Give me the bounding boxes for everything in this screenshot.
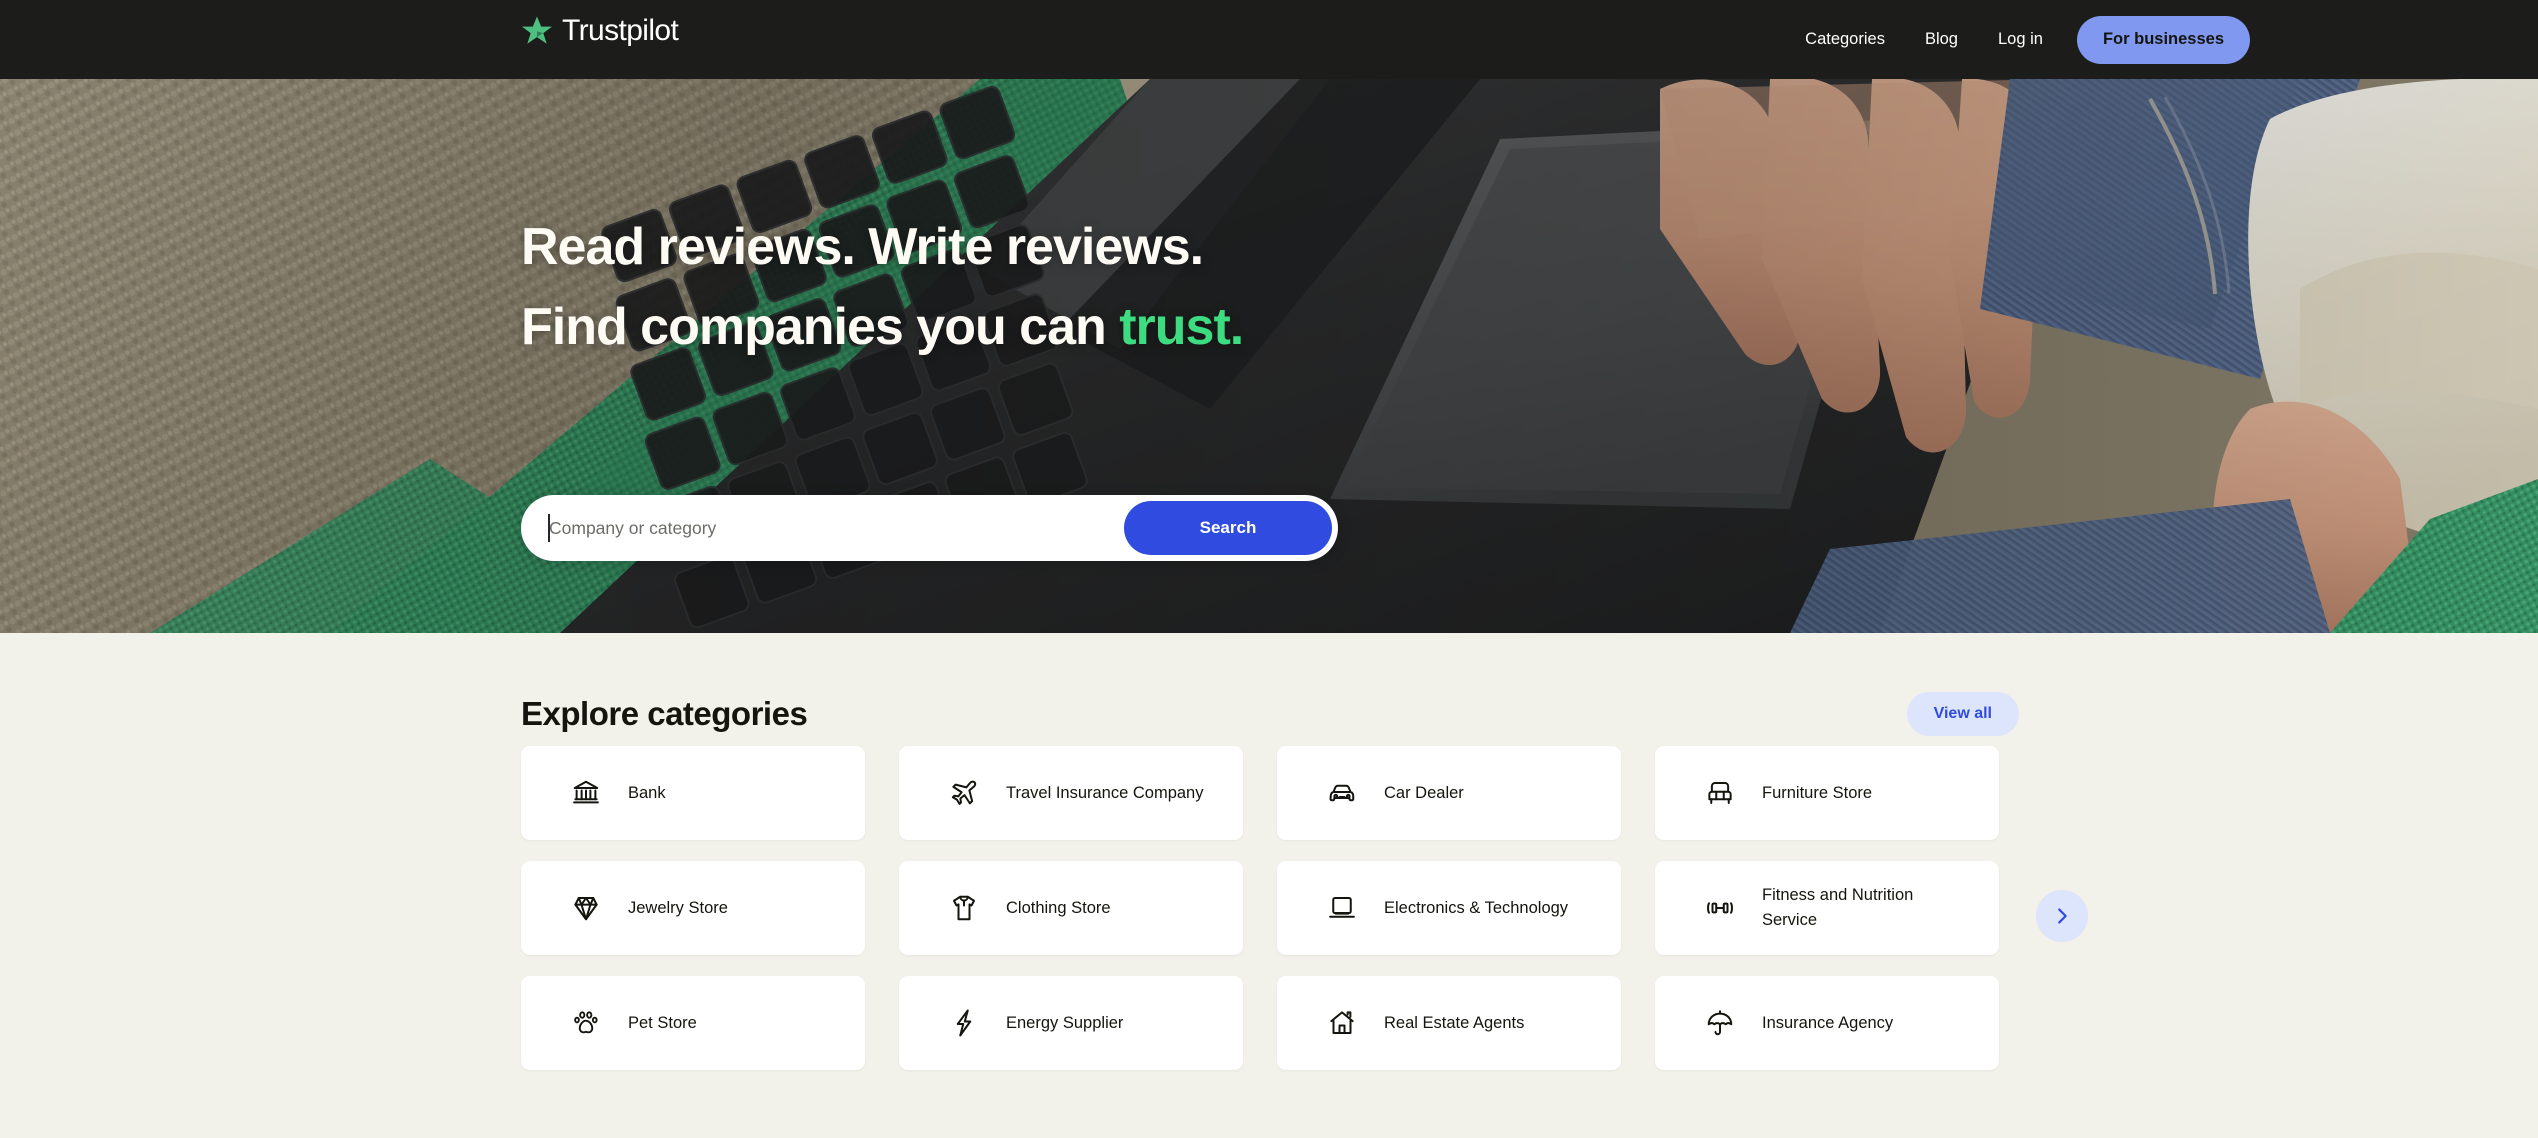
airplane-icon <box>949 778 979 808</box>
brand-name: Trustpilot <box>562 14 679 47</box>
category-label: Energy Supplier <box>1006 1013 1124 1032</box>
site-header: Trustpilot Categories Blog Log in For bu… <box>0 0 2538 79</box>
tshirt-icon <box>949 893 979 923</box>
hero-section: Read reviews. Write reviews. Find compan… <box>0 79 2538 633</box>
dumbbell-icon <box>1705 893 1735 923</box>
hero-search-bar[interactable]: Search <box>521 495 1338 561</box>
search-input[interactable] <box>521 495 1124 561</box>
view-all-button[interactable]: View all <box>1906 692 2019 736</box>
trustpilot-star-icon <box>521 15 553 47</box>
diamond-icon <box>571 893 601 923</box>
lightning-bolt-icon <box>949 1008 979 1038</box>
search-button[interactable]: Search <box>1124 501 1332 555</box>
main-nav: Categories Blog Log in For businesses <box>1785 0 2250 79</box>
laptop-icon <box>1327 893 1357 923</box>
bank-icon <box>571 778 601 808</box>
hero-headline-line2: Find companies you can <box>521 298 1120 356</box>
category-card-energy-supplier[interactable]: Energy Supplier <box>899 976 1243 1070</box>
hero-headline-line1: Read reviews. Write reviews. <box>521 218 1204 276</box>
category-card-clothing-store[interactable]: Clothing Store <box>899 861 1243 955</box>
category-label: Fitness and Nutrition Service <box>1762 886 1914 929</box>
category-label: Bank <box>628 783 666 802</box>
nav-link-login[interactable]: Log in <box>1978 0 2063 79</box>
category-label: Furniture Store <box>1762 783 1873 802</box>
explore-categories-section: Explore categories View all Bank Travel … <box>0 633 2538 1138</box>
category-label: Travel Insurance Company <box>1006 783 1204 802</box>
category-label: Car Dealer <box>1384 783 1464 802</box>
category-card-pet-store[interactable]: Pet Store <box>521 976 865 1070</box>
category-card-furniture-store[interactable]: Furniture Store <box>1655 746 1999 840</box>
category-label: Jewelry Store <box>628 898 728 917</box>
paw-icon <box>571 1008 601 1038</box>
for-businesses-button[interactable]: For businesses <box>2076 15 2250 64</box>
chevron-right-icon <box>2051 905 2073 927</box>
category-label: Pet Store <box>628 1013 697 1032</box>
category-label: Electronics & Technology <box>1384 898 1569 917</box>
trustpilot-logo[interactable]: Trustpilot <box>521 14 679 48</box>
car-icon <box>1327 778 1357 808</box>
umbrella-icon <box>1705 1008 1735 1038</box>
category-card-fitness-and-nutrition-service[interactable]: Fitness and Nutrition Service <box>1655 861 1999 955</box>
category-card-jewelry-store[interactable]: Jewelry Store <box>521 861 865 955</box>
category-card-electronics-technology[interactable]: Electronics & Technology <box>1277 861 1621 955</box>
hero-content: Read reviews. Write reviews. Find compan… <box>521 207 2021 367</box>
categories-header: Explore categories View all <box>521 683 2019 745</box>
category-card-travel-insurance-company[interactable]: Travel Insurance Company <box>899 746 1243 840</box>
armchair-icon <box>1705 778 1735 808</box>
categories-grid: Bank Travel Insurance Company Car Dealer… <box>521 746 2019 1070</box>
house-icon <box>1327 1008 1357 1038</box>
page-title: Explore categories <box>521 695 808 732</box>
category-label: Insurance Agency <box>1762 1013 1894 1032</box>
text-cursor <box>548 514 550 542</box>
category-card-real-estate-agents[interactable]: Real Estate Agents <box>1277 976 1621 1070</box>
nav-link-categories[interactable]: Categories <box>1785 0 1905 79</box>
category-label: Real Estate Agents <box>1384 1013 1525 1032</box>
category-card-car-dealer[interactable]: Car Dealer <box>1277 746 1621 840</box>
carousel-next-button[interactable] <box>2036 890 2088 942</box>
category-card-insurance-agency[interactable]: Insurance Agency <box>1655 976 1999 1070</box>
category-card-bank[interactable]: Bank <box>521 746 865 840</box>
hero-headline: Read reviews. Write reviews. Find compan… <box>521 207 2021 367</box>
category-label: Clothing Store <box>1006 898 1111 917</box>
nav-link-blog[interactable]: Blog <box>1905 0 1978 79</box>
hero-headline-accent: trust. <box>1119 298 1244 356</box>
